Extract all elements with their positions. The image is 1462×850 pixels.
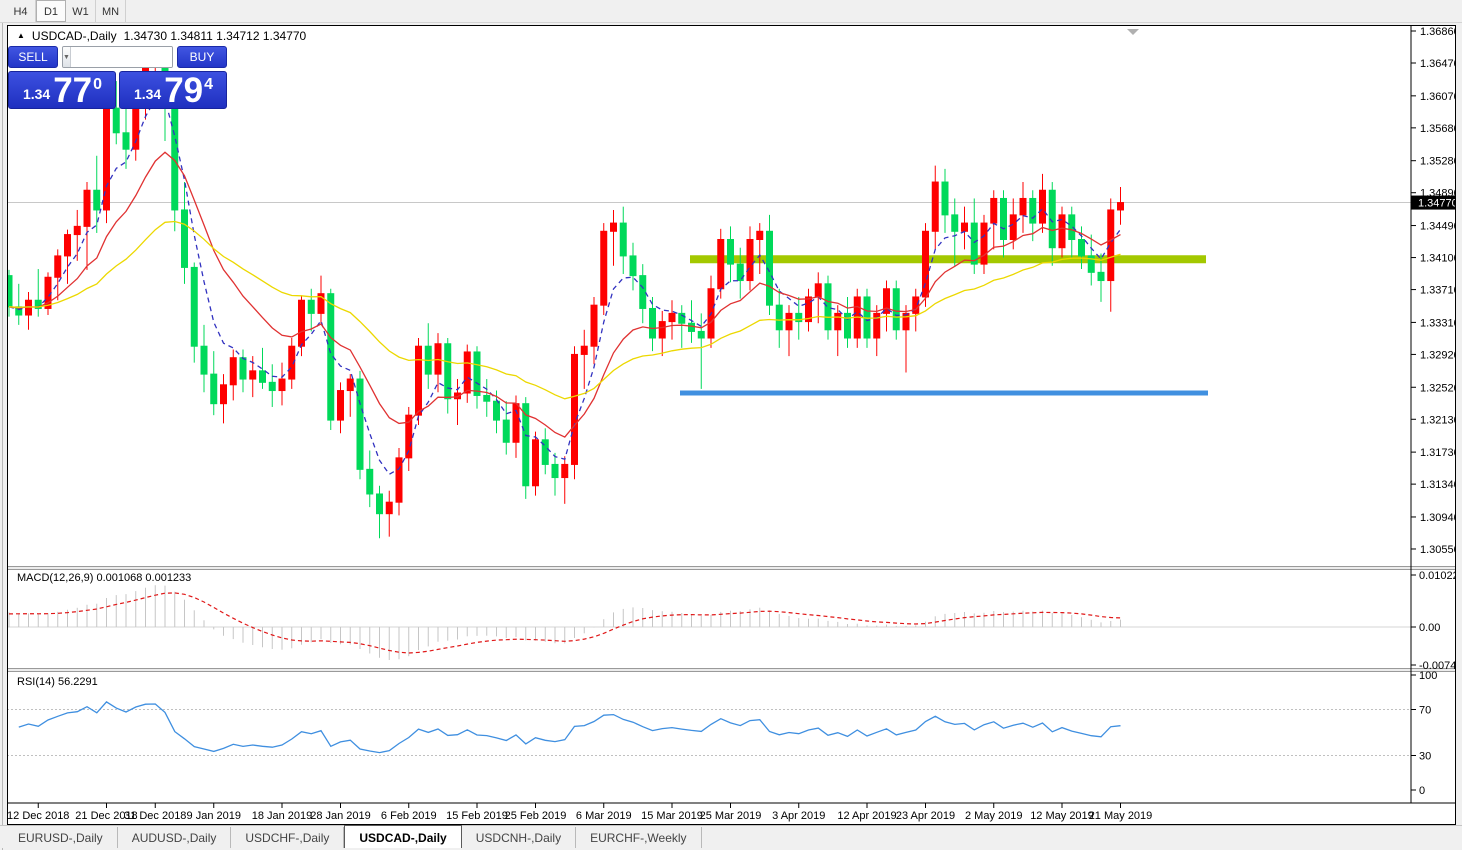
chart-tab-audusd-daily[interactable]: AUDUSD-,Daily xyxy=(118,827,232,848)
sell-price-small: 1.34 xyxy=(23,86,50,102)
svg-text:1.31730: 1.31730 xyxy=(1420,447,1456,459)
svg-text:12 May 2019: 12 May 2019 xyxy=(1030,810,1094,822)
chart-tab-usdcnh-daily[interactable]: USDCNH-,Daily xyxy=(462,827,576,848)
svg-text:1.34100: 1.34100 xyxy=(1420,253,1456,265)
svg-text:1.36860: 1.36860 xyxy=(1420,26,1456,38)
svg-text:1.34490: 1.34490 xyxy=(1420,221,1456,233)
svg-text:70: 70 xyxy=(1419,705,1431,717)
timeframe-button-d1[interactable]: D1 xyxy=(36,0,66,22)
svg-text:1.30940: 1.30940 xyxy=(1420,512,1456,524)
svg-text:0.00: 0.00 xyxy=(1419,622,1440,634)
svg-text:1.36070: 1.36070 xyxy=(1420,91,1456,103)
svg-text:1.36470: 1.36470 xyxy=(1420,58,1456,70)
chart-tab-bar: EURUSD-,DailyAUDUSD-,DailyUSDCHF-,DailyU… xyxy=(0,825,1462,848)
svg-text:1.35680: 1.35680 xyxy=(1420,123,1456,135)
svg-text:15 Mar 2019: 15 Mar 2019 xyxy=(641,810,703,822)
svg-text:28 Jan 2019: 28 Jan 2019 xyxy=(310,810,371,822)
chart-title: ▲ USDCAD-,Daily 1.34730 1.34811 1.34712 … xyxy=(17,29,306,43)
chart-tab-usdchf-daily[interactable]: USDCHF-,Daily xyxy=(231,827,344,848)
svg-text:15 Feb 2019: 15 Feb 2019 xyxy=(446,810,508,822)
timeframe-button-w1[interactable]: W1 xyxy=(66,0,96,22)
ohlc-quotes: 1.34730 1.34811 1.34712 1.34770 xyxy=(124,29,307,43)
collapse-arrow-icon: ▲ xyxy=(17,31,25,40)
svg-text:1.31340: 1.31340 xyxy=(1420,479,1456,491)
svg-text:1.32920: 1.32920 xyxy=(1420,349,1456,361)
svg-text:18 Jan 2019: 18 Jan 2019 xyxy=(252,810,313,822)
buy-price-small: 1.34 xyxy=(134,86,161,102)
svg-text:12 Apr 2019: 12 Apr 2019 xyxy=(837,810,896,822)
buy-price-big: 79 xyxy=(164,76,203,106)
svg-text:100: 100 xyxy=(1419,670,1437,682)
svg-text:6 Mar 2019: 6 Mar 2019 xyxy=(576,810,632,822)
macd-label: MACD(12,26,9) 0.001068 0.001233 xyxy=(17,572,191,584)
svg-text:1.32520: 1.32520 xyxy=(1420,382,1456,394)
window-left-border xyxy=(2,0,3,850)
chart-tab-eurusd-daily[interactable]: EURUSD-,Daily xyxy=(4,827,118,848)
svg-text:25 Feb 2019: 25 Feb 2019 xyxy=(505,810,567,822)
svg-text:2 May 2019: 2 May 2019 xyxy=(965,810,1022,822)
rsi-label: RSI(14) 56.2291 xyxy=(17,676,98,688)
mt4-chart-window: H4D1W1MN 12 Dec 201821 Dec 201831 Dec 20… xyxy=(0,0,1462,850)
svg-text:12 Dec 2018: 12 Dec 2018 xyxy=(7,810,69,822)
svg-text:30: 30 xyxy=(1419,751,1431,763)
svg-text:1.35280: 1.35280 xyxy=(1420,156,1456,168)
svg-text:31 Dec 2018: 31 Dec 2018 xyxy=(124,810,186,822)
sell-price-sup: 0 xyxy=(93,76,102,94)
svg-text:21 May 2019: 21 May 2019 xyxy=(1089,810,1153,822)
svg-text:1.30550: 1.30550 xyxy=(1420,544,1456,556)
timeframe-toolbar: H4D1W1MN xyxy=(0,0,1462,23)
svg-text:6 Feb 2019: 6 Feb 2019 xyxy=(381,810,437,822)
timeframe-button-mn[interactable]: MN xyxy=(96,0,126,22)
svg-text:9 Jan 2019: 9 Jan 2019 xyxy=(187,810,241,822)
chart-tab-usdcad-daily[interactable]: USDCAD-,Daily xyxy=(344,825,461,848)
buy-price-button[interactable]: 1.34 79 4 xyxy=(119,71,227,109)
chart-tab-eurchf-weekly[interactable]: EURCHF-,Weekly xyxy=(576,827,701,848)
svg-text:0.010229: 0.010229 xyxy=(1419,570,1456,582)
svg-text:1.32130: 1.32130 xyxy=(1420,414,1456,426)
svg-text:0: 0 xyxy=(1419,785,1425,797)
sell-button[interactable]: SELL xyxy=(8,46,58,68)
volume-decrease-button[interactable]: ▼ xyxy=(63,47,71,67)
volume-input[interactable] xyxy=(71,47,173,67)
svg-text:1.33710: 1.33710 xyxy=(1420,285,1456,297)
svg-text:1.34770: 1.34770 xyxy=(1418,198,1456,210)
timeframe-button-h4[interactable]: H4 xyxy=(6,0,36,22)
svg-text:23 Apr 2019: 23 Apr 2019 xyxy=(896,810,955,822)
symbol-title: USDCAD-,Daily xyxy=(32,29,117,43)
volume-stepper: ▼ ▲ xyxy=(62,46,173,68)
one-click-trading-panel: SELL ▼ ▲ BUY 1.34 77 0 1.34 79 4 xyxy=(8,46,227,109)
svg-text:1.33310: 1.33310 xyxy=(1420,317,1456,329)
svg-text:25 Mar 2019: 25 Mar 2019 xyxy=(700,810,762,822)
sell-price-big: 77 xyxy=(53,76,92,106)
buy-price-sup: 4 xyxy=(204,76,213,94)
buy-button[interactable]: BUY xyxy=(177,46,227,68)
sell-price-button[interactable]: 1.34 77 0 xyxy=(8,71,116,109)
price-chart[interactable]: 12 Dec 201821 Dec 201831 Dec 20189 Jan 2… xyxy=(7,25,1456,825)
svg-text:3 Apr 2019: 3 Apr 2019 xyxy=(772,810,825,822)
